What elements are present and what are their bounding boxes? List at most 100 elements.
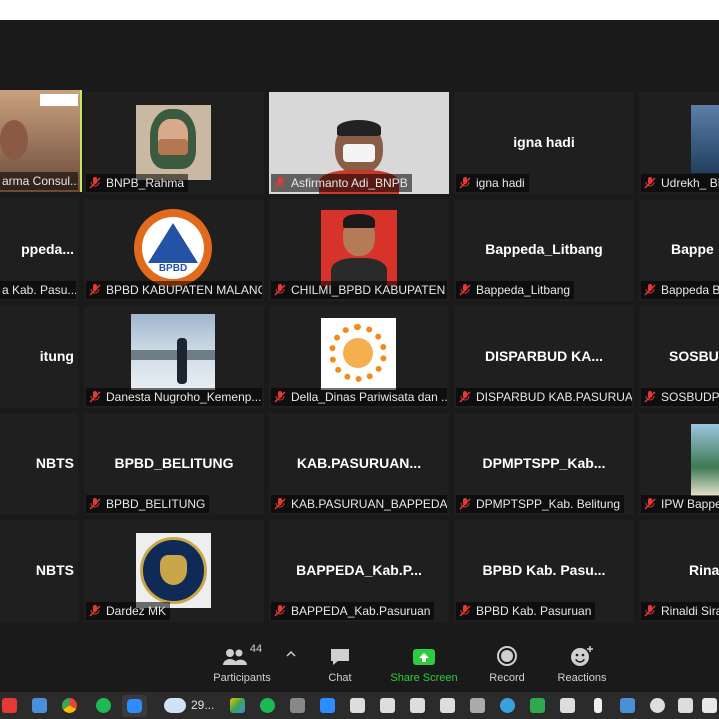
participant-name: Asfirmanto Adi_BNPB — [271, 174, 412, 192]
participants-button[interactable]: 44 Participants — [206, 643, 278, 684]
chevron-up-icon — [286, 650, 296, 657]
tray-icon[interactable] — [560, 698, 575, 713]
chat-label: Chat — [328, 672, 352, 684]
participant-video — [136, 105, 211, 180]
tray-icon[interactable] — [350, 698, 365, 713]
zoom-tray-icon[interactable] — [320, 698, 335, 713]
video-tile[interactable]: SOSBU SOSBUDPE — [639, 306, 719, 408]
video-tile[interactable]: Danesta Nugroho_Kemenp... — [84, 306, 264, 408]
video-tile[interactable]: KAB.PASURUAN... KAB.PASURUAN_BAPPEDA_... — [269, 413, 449, 515]
video-tile[interactable]: DISPARBUD KA... DISPARBUD KAB.PASURUA... — [454, 306, 634, 408]
tray-icon[interactable] — [650, 698, 665, 713]
bpbd-logo: BPBD — [134, 209, 212, 287]
participant-name-text: BAPPEDA_Kab.Pasuruan — [291, 604, 431, 618]
video-tile[interactable]: BNPB_Rahma — [84, 92, 264, 194]
video-tile[interactable]: Bappeda_Litbang Bappeda_Litbang — [454, 199, 634, 301]
participant-name: Bappeda B — [641, 281, 719, 299]
video-tile[interactable]: IPW Bappe — [639, 413, 719, 515]
mic-muted-icon — [89, 498, 101, 510]
participants-count: 44 — [249, 643, 263, 655]
windows-taskbar: 29... — [0, 692, 719, 719]
spotify-icon[interactable] — [96, 698, 111, 713]
tray-icon[interactable] — [410, 698, 425, 713]
spotify-icon[interactable] — [260, 698, 275, 713]
video-tile[interactable]: NBTS — [0, 413, 78, 515]
mic-muted-icon — [89, 605, 101, 617]
mic-muted-icon — [274, 391, 286, 403]
video-tile[interactable]: ppeda... a Kab. Pasu... — [0, 199, 78, 301]
participant-name-text: Bappeda B — [661, 283, 719, 297]
notepad-icon[interactable] — [32, 698, 47, 713]
video-tile[interactable]: Asfirmanto Adi_BNPB — [269, 92, 449, 194]
mic-muted-icon — [274, 498, 286, 510]
participant-photo — [131, 314, 215, 390]
video-tile[interactable]: Rina Rinaldi Sira — [639, 520, 719, 622]
reactions-button[interactable]: Reactions — [552, 643, 612, 684]
video-tile[interactable]: igna hadi igna hadi — [454, 92, 634, 194]
mic-muted-icon — [459, 391, 471, 403]
tray-icon[interactable] — [290, 698, 305, 713]
participant-display-name: NBTS — [35, 455, 74, 471]
garuda-seal — [136, 533, 211, 608]
video-tile[interactable]: BPBD_BELITUNG BPBD_BELITUNG — [84, 413, 264, 515]
participant-name-text: arma Consul... — [2, 174, 78, 188]
video-tile[interactable]: NBTS — [0, 520, 78, 622]
video-tile[interactable]: Dardez MK — [84, 520, 264, 622]
participant-name-text: DISPARBUD KAB.PASURUA... — [476, 390, 632, 404]
tray-icon[interactable] — [530, 698, 545, 713]
video-tile[interactable]: Bappe Bappeda B — [639, 199, 719, 301]
participant-name-text: Bappeda_Litbang — [476, 283, 571, 297]
participant-name-text: KAB.PASURUAN_BAPPEDA_... — [291, 497, 447, 511]
mic-muted-icon — [459, 605, 471, 617]
participant-name: arma Consul... — [0, 172, 78, 190]
participant-name-text: DPMPTSPP_Kab. Belitung — [476, 497, 621, 511]
participant-name-text: Della_Dinas Pariwisata dan ... — [291, 390, 447, 404]
participants-options-button[interactable] — [284, 649, 298, 661]
participant-display-name: KAB.PASURUAN... — [296, 455, 422, 471]
video-tile[interactable]: arma Consul... — [0, 90, 82, 192]
weather-icon — [164, 698, 186, 713]
tray-icon[interactable] — [380, 698, 395, 713]
video-tile[interactable]: BAPPEDA_Kab.P... BAPPEDA_Kab.Pasuruan — [269, 520, 449, 622]
weather-temperature: 29... — [191, 698, 215, 712]
app-icon[interactable] — [2, 698, 17, 713]
video-tile[interactable]: Della_Dinas Pariwisata dan ... — [269, 306, 449, 408]
participant-display-name: SOSBU — [669, 348, 719, 364]
zoom-taskbar-button[interactable] — [122, 695, 147, 717]
video-tile[interactable]: Udrekh_ BN — [639, 92, 719, 194]
participant-display-name: NBTS — [35, 562, 74, 578]
mic-muted-icon — [459, 284, 471, 296]
drive-icon[interactable] — [230, 698, 245, 713]
tray-icon[interactable] — [500, 698, 515, 713]
volume-icon[interactable] — [678, 698, 693, 713]
chat-button[interactable]: Chat — [312, 643, 368, 684]
participant-name-text: SOSBUDPE — [661, 390, 719, 404]
participants-label: Participants — [213, 672, 271, 684]
bpbd-logo-text: BPBD — [158, 263, 188, 274]
participant-name-text: Rinaldi Sira — [661, 604, 719, 618]
participant-name: Bappeda_Litbang — [456, 281, 575, 299]
participant-name-text: Danesta Nugroho_Kemenp... — [106, 390, 262, 404]
tray-icon[interactable] — [470, 698, 485, 713]
participant-display-name: BPBD Kab. Pasu... — [482, 562, 606, 578]
tray-icon[interactable] — [620, 698, 635, 713]
tray-icon[interactable] — [440, 698, 455, 713]
record-button[interactable]: Record — [480, 643, 534, 684]
video-tile[interactable]: itung — [0, 306, 78, 408]
video-tile[interactable]: DPMPTSPP_Kab... DPMPTSPP_Kab. Belitung — [454, 413, 634, 515]
mic-muted-icon — [644, 284, 656, 296]
participant-name: BPBD_BELITUNG — [86, 495, 210, 513]
video-tile[interactable]: CHILMI_BPBD KABUPATEN ... — [269, 199, 449, 301]
record-icon — [497, 646, 517, 666]
reactions-label: Reactions — [557, 672, 607, 684]
video-tile[interactable]: BPBD Kab. Pasu... BPBD Kab. Pasuruan — [454, 520, 634, 622]
participant-name: Dardez MK — [86, 602, 171, 620]
sun-logo — [321, 318, 396, 390]
network-icon[interactable] — [702, 698, 717, 713]
mic-muted-icon — [89, 284, 101, 296]
chrome-icon[interactable] — [62, 698, 77, 713]
share-screen-button[interactable]: Share Screen — [386, 643, 462, 684]
participant-name: Della_Dinas Pariwisata dan ... — [271, 388, 447, 406]
video-tile[interactable]: BPBD BPBD KABUPATEN MALANG — [84, 199, 264, 301]
microphone-icon[interactable] — [594, 698, 602, 713]
